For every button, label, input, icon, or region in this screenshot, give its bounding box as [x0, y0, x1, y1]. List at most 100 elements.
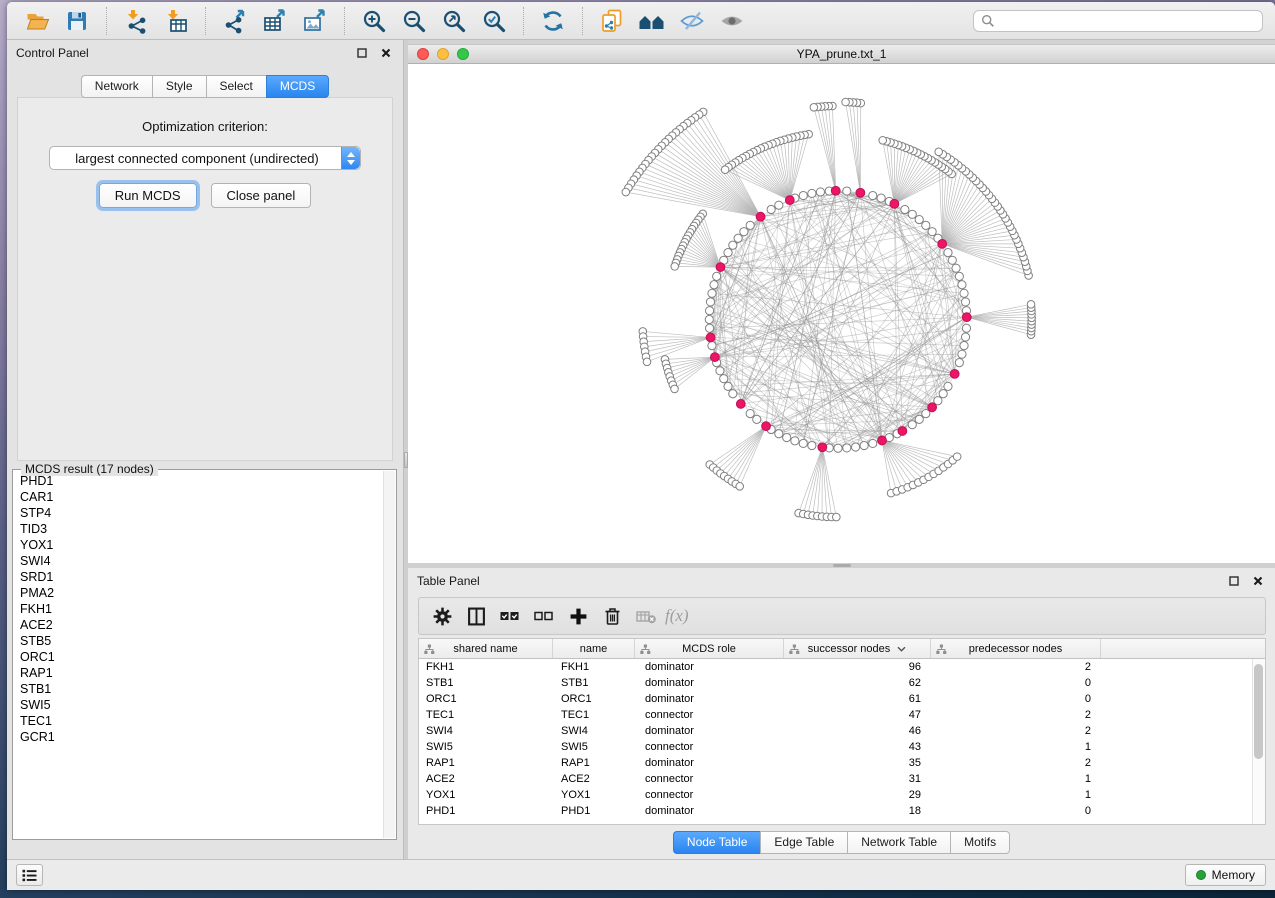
- table-row[interactable]: PHD1PHD1dominator180: [419, 803, 1265, 819]
- network-node[interactable]: [705, 315, 713, 323]
- mcds-node[interactable]: [962, 313, 971, 322]
- network-node[interactable]: [961, 333, 969, 341]
- settings-gear-icon[interactable]: [425, 601, 459, 631]
- mcds-node[interactable]: [890, 199, 899, 208]
- clone-network-icon[interactable]: [596, 6, 628, 36]
- list-item[interactable]: SRD1: [14, 569, 383, 585]
- mcds-node[interactable]: [756, 212, 765, 221]
- network-node[interactable]: [713, 272, 721, 280]
- mcds-node[interactable]: [938, 239, 947, 248]
- tab-network-table[interactable]: Network Table: [847, 831, 950, 854]
- network-node[interactable]: [869, 439, 877, 447]
- float-panel-icon[interactable]: [353, 45, 370, 61]
- list-item[interactable]: TID3: [14, 521, 383, 537]
- network-node[interactable]: [808, 189, 816, 197]
- network-node[interactable]: [799, 191, 807, 199]
- network-node[interactable]: [724, 249, 732, 257]
- mcds-node[interactable]: [878, 436, 887, 445]
- table-row[interactable]: STB1STB1dominator620: [419, 675, 1265, 691]
- network-node[interactable]: [928, 228, 936, 236]
- network-node[interactable]: [843, 444, 851, 452]
- list-item[interactable]: ACE2: [14, 617, 383, 633]
- network-node[interactable]: [736, 483, 744, 491]
- close-panel-button[interactable]: Close panel: [211, 183, 312, 208]
- tab-edge-table[interactable]: Edge Table: [760, 831, 847, 854]
- network-node[interactable]: [791, 437, 799, 445]
- network-node[interactable]: [671, 385, 679, 393]
- network-node[interactable]: [915, 215, 923, 223]
- add-column-icon[interactable]: [561, 601, 595, 631]
- mcds-node[interactable]: [710, 353, 719, 362]
- network-node[interactable]: [783, 433, 791, 441]
- network-node[interactable]: [671, 263, 679, 271]
- network-node[interactable]: [952, 264, 960, 272]
- list-item[interactable]: FKH1: [14, 601, 383, 617]
- table-row[interactable]: ORC1ORC1dominator610: [419, 691, 1265, 707]
- network-node[interactable]: [879, 137, 887, 145]
- network-node[interactable]: [960, 342, 968, 350]
- network-node[interactable]: [622, 188, 630, 196]
- mcds-node[interactable]: [856, 188, 865, 197]
- network-node[interactable]: [720, 375, 728, 383]
- column-header-predecessor-nodes[interactable]: predecessor nodes: [931, 639, 1101, 658]
- network-node[interactable]: [860, 441, 868, 449]
- scrollbar-thumb[interactable]: [1254, 664, 1263, 759]
- mcds-node[interactable]: [950, 369, 959, 378]
- table-row[interactable]: FKH1FKH1dominator962: [419, 659, 1265, 675]
- network-node[interactable]: [877, 194, 885, 202]
- memory-button[interactable]: Memory: [1185, 864, 1266, 886]
- mcds-node[interactable]: [785, 196, 794, 205]
- network-node[interactable]: [944, 249, 952, 257]
- network-node[interactable]: [953, 453, 961, 461]
- network-node[interactable]: [834, 444, 842, 452]
- network-node[interactable]: [958, 281, 966, 289]
- network-titlebar[interactable]: YPA_prune.txt_1: [408, 45, 1275, 64]
- export-network-icon[interactable]: [219, 6, 251, 36]
- table-row[interactable]: ACE2ACE2connector311: [419, 771, 1265, 787]
- zoom-in-icon[interactable]: [358, 6, 390, 36]
- network-node[interactable]: [810, 104, 818, 112]
- list-item[interactable]: STB5: [14, 633, 383, 649]
- network-node[interactable]: [908, 210, 916, 218]
- mcds-result-list[interactable]: PHD1CAR1STP4TID3YOX1SWI4SRD1PMA2FKH1ACE2…: [14, 473, 383, 838]
- tab-style[interactable]: Style: [152, 75, 206, 98]
- export-image-icon[interactable]: [299, 6, 331, 36]
- network-node[interactable]: [915, 415, 923, 423]
- show-all-icon[interactable]: [716, 6, 748, 36]
- network-node[interactable]: [734, 234, 742, 242]
- table-row[interactable]: RAP1RAP1dominator352: [419, 755, 1265, 771]
- table-row[interactable]: YOX1YOX1connector291: [419, 787, 1265, 803]
- list-item[interactable]: PHD1: [14, 473, 383, 489]
- network-node[interactable]: [962, 324, 970, 332]
- mcds-node[interactable]: [898, 427, 907, 436]
- mcds-node[interactable]: [736, 400, 745, 409]
- network-node[interactable]: [833, 513, 841, 521]
- list-item[interactable]: PMA2: [14, 585, 383, 601]
- network-view[interactable]: [408, 64, 1275, 563]
- network-node[interactable]: [775, 430, 783, 438]
- network-node[interactable]: [816, 188, 824, 196]
- mcds-result-scrollbar[interactable]: [383, 471, 395, 838]
- list-item[interactable]: TEC1: [14, 713, 383, 729]
- network-node[interactable]: [716, 367, 724, 375]
- network-node[interactable]: [643, 358, 651, 366]
- network-node[interactable]: [767, 205, 775, 213]
- close-panel-icon[interactable]: [1249, 573, 1266, 589]
- minimize-window-icon[interactable]: [437, 48, 449, 60]
- network-node[interactable]: [729, 390, 737, 398]
- network-node[interactable]: [740, 228, 748, 236]
- column-header-MCDS-role[interactable]: MCDS role: [635, 639, 784, 658]
- table-scrollbar[interactable]: [1252, 659, 1265, 824]
- network-node[interactable]: [705, 324, 713, 332]
- network-node[interactable]: [729, 241, 737, 249]
- task-history-button[interactable]: [16, 864, 43, 886]
- network-node[interactable]: [708, 289, 716, 297]
- mcds-node[interactable]: [706, 333, 715, 342]
- hide-selected-icon[interactable]: [676, 6, 708, 36]
- network-node[interactable]: [958, 350, 966, 358]
- network-node[interactable]: [944, 382, 952, 390]
- deselect-all-checkboxes-icon[interactable]: [527, 601, 561, 631]
- first-neighbors-icon[interactable]: [636, 6, 668, 36]
- criterion-dropdown[interactable]: largest connected component (undirected): [49, 146, 361, 170]
- network-node[interactable]: [939, 390, 947, 398]
